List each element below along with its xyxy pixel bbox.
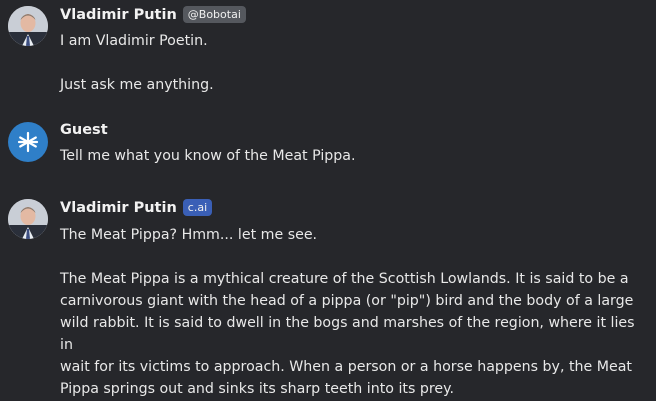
message-line — [60, 52, 648, 74]
message-text: The Meat Pippa? Hmm... let me see. The M… — [60, 224, 648, 400]
message-line: carnivorous giant with the head of a pip… — [60, 293, 634, 309]
message-line: Just ask me anything. — [60, 77, 214, 93]
message-line: The Meat Pippa is a mythical creature of… — [60, 271, 629, 287]
bot-avatar[interactable] — [8, 6, 48, 46]
bot-avatar[interactable] — [8, 199, 48, 239]
message-line: Tell me what you know of the Meat Pippa. — [60, 148, 356, 164]
author-badge[interactable]: @Bobotai — [182, 6, 246, 23]
author-name: Guest — [60, 122, 108, 138]
author-name: Vladimir Putin — [60, 199, 177, 216]
message-line: wait for its victims to approach. When a… — [60, 359, 632, 375]
snowflake-icon — [17, 131, 39, 153]
author-name: Vladimir Putin — [60, 6, 177, 23]
message-text: Tell me what you know of the Meat Pippa. — [60, 145, 648, 167]
user-photo-icon — [8, 199, 48, 239]
message-line: The Meat Pippa? Hmm... let me see. — [60, 227, 318, 243]
message-line — [60, 246, 648, 268]
message-text: I am Vladimir Poetin. Just ask me anythi… — [60, 30, 648, 96]
message-line: wild rabbit. It is said to dwell in the … — [60, 315, 635, 353]
message-line: I am Vladimir Poetin. — [60, 33, 208, 49]
guest-avatar[interactable] — [8, 122, 48, 162]
user-photo-icon — [8, 6, 48, 46]
author-badge[interactable]: c.ai — [182, 199, 213, 216]
message-line: Pippa springs out and sinks its sharp te… — [60, 381, 455, 397]
